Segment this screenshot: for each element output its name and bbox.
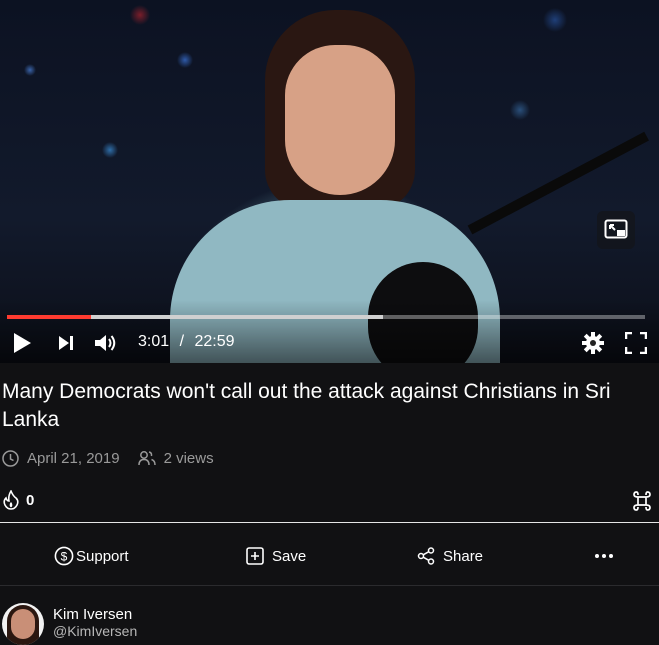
time-separator: / [179,333,185,350]
dollar-circle-icon: $ [54,546,74,566]
view-count-text: 2 views [163,449,214,467]
publish-date-text: April 21, 2019 [27,449,120,467]
publish-date: April 21, 2019 [2,450,120,467]
skip-next-icon [59,336,73,350]
share-button[interactable]: Share [417,536,483,576]
view-count: 2 views [137,449,214,467]
divider [0,585,659,586]
plus-square-icon [246,547,264,565]
share-label: Share [443,547,484,565]
video-player[interactable]: 3:01 / 22:59 [0,0,659,363]
action-bar: $ Support Save Share [0,536,659,576]
clock-icon [2,449,19,467]
rumbles-count: 0 [26,491,35,509]
fullscreen-button[interactable] [624,330,648,356]
play-button[interactable] [10,330,34,356]
progress-played [7,315,91,319]
save-label: Save [272,547,307,565]
video-title: Many Democrats won't call out the attack… [2,380,611,431]
settings-button[interactable] [581,330,605,356]
duration: 22:59 [194,333,235,350]
current-time: 3:01 [138,333,170,350]
video-meta: April 21, 2019 2 views [2,448,232,468]
play-icon [14,333,31,353]
share-icon [417,547,435,565]
svg-text:$: $ [61,550,68,564]
support-button[interactable]: $ Support [54,536,129,576]
rumbles-counter[interactable]: 0 [2,490,34,510]
users-icon [137,451,156,466]
player-control-row [0,330,659,356]
channel-handle: @KimIversen [53,623,138,639]
avatar[interactable] [2,603,44,645]
avatar-face [11,609,35,639]
channel-info[interactable]: Kim Iversen @KimIversen [0,603,659,645]
support-label: Support [76,547,129,565]
flame-icon [3,490,19,510]
more-dots-icon [595,554,613,558]
save-button[interactable]: Save [246,536,306,576]
picture-in-picture-icon [604,219,628,239]
settings-gear-icon [582,332,604,354]
command-button[interactable] [631,490,653,512]
next-button[interactable] [55,330,77,356]
video-frame-face [285,45,395,195]
playback-time: 3:01 / 22:59 [138,333,235,351]
fullscreen-icon [625,332,647,354]
channel-name[interactable]: Kim Iversen [53,606,132,623]
more-options-button[interactable] [594,536,622,576]
picture-in-picture-button[interactable] [597,211,635,249]
volume-button[interactable] [92,330,118,356]
volume-icon [95,335,116,351]
command-icon [633,491,651,511]
divider [0,522,659,523]
progress-bar[interactable] [7,315,645,319]
